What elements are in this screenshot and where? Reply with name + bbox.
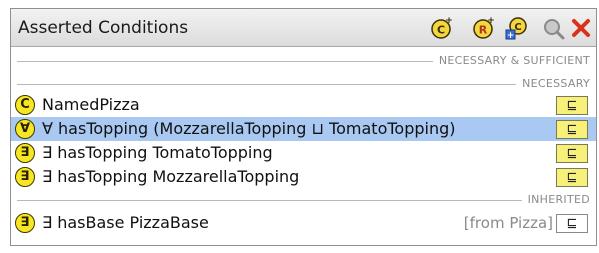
section-necessary-sufficient: NECESSARY & SUFFICIENT — [17, 54, 590, 68]
svg-text:+: + — [487, 16, 495, 26]
inherited-source-label: [from Pizza] — [463, 214, 553, 232]
condition-row-namedpizza[interactable]: C NamedPizza ⊑ — [11, 93, 596, 117]
subclass-indicator-button[interactable]: ⊑ — [556, 120, 588, 139]
subclass-indicator-button[interactable]: ⊑ — [556, 144, 588, 163]
subclass-indicator-button[interactable]: ⊑ — [556, 214, 588, 233]
condition-expression: ∃ hasTopping MozzarellaTopping — [42, 167, 300, 186]
svg-text:C: C — [437, 24, 445, 37]
existential-restriction-icon: ∃ — [15, 167, 35, 187]
add-named-class-icon[interactable]: C + — [429, 15, 455, 41]
condition-row-inherited-hasbase[interactable]: ∃ ∃ hasBase PizzaBase [from Pizza] ⊑ — [11, 211, 596, 235]
delete-icon[interactable] — [568, 15, 594, 41]
condition-expression: ∃ hasBase PizzaBase — [42, 213, 209, 232]
condition-row-some-mozzarella[interactable]: ∃ ∃ hasTopping MozzarellaTopping ⊑ — [11, 165, 596, 189]
section-label: INHERITED — [521, 193, 590, 206]
existential-restriction-icon: ∃ — [15, 143, 35, 163]
divider — [17, 84, 590, 85]
divider — [17, 200, 590, 201]
condition-row-some-tomato[interactable]: ∃ ∃ hasTopping TomatoTopping ⊑ — [11, 141, 596, 165]
universal-restriction-icon: ∀ — [15, 119, 35, 139]
add-expression-icon[interactable]: C + — [503, 15, 529, 41]
svg-text:+: + — [507, 31, 515, 41]
section-necessary: NECESSARY — [17, 77, 590, 91]
svg-text:+: + — [445, 16, 453, 26]
condition-expression: ∃ hasTopping TomatoTopping — [42, 143, 273, 162]
existential-restriction-icon: ∃ — [15, 213, 35, 233]
subclass-indicator-button[interactable]: ⊑ — [556, 168, 588, 187]
section-label: NECESSARY & SUFFICIENT — [432, 54, 590, 67]
panel-header: Asserted Conditions C + R + C + — [11, 9, 596, 47]
asserted-conditions-panel: Asserted Conditions C + R + C + NECESSAR… — [10, 8, 597, 246]
add-restriction-icon[interactable]: R + — [471, 15, 497, 41]
subclass-indicator-button[interactable]: ⊑ — [556, 96, 588, 115]
condition-expression: ∀ hasTopping (MozzarellaTopping ⊔ Tomato… — [42, 119, 456, 138]
panel-title: Asserted Conditions — [18, 18, 189, 38]
condition-row-all-values-from[interactable]: ∀ ∀ hasTopping (MozzarellaTopping ⊔ Toma… — [11, 117, 596, 141]
section-inherited: INHERITED — [17, 193, 590, 207]
search-icon[interactable] — [541, 15, 567, 41]
section-label: NECESSARY — [516, 77, 590, 90]
named-class-icon: C — [15, 95, 35, 115]
condition-expression: NamedPizza — [42, 95, 140, 114]
